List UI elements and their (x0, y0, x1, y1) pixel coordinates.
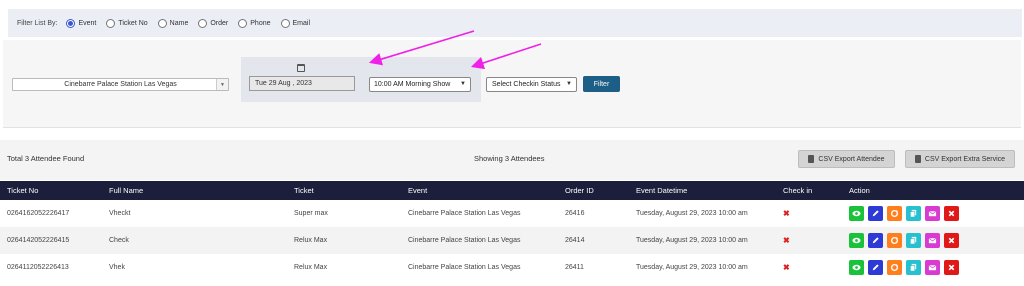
cell-event: Cinebarre Palace Station Las Vegas (408, 237, 521, 244)
view-icon[interactable] (849, 233, 864, 248)
csv-export-attendee-button[interactable]: CSV Export Attendee (798, 150, 895, 168)
cell-ticket: Super max (294, 210, 328, 217)
view-icon[interactable] (849, 260, 864, 275)
table-row: 0264142052226415 Check Relux Max Cinebar… (0, 227, 1024, 254)
show-select-value: 10:00 AM Morning Show (374, 81, 451, 88)
mail-icon[interactable] (925, 233, 940, 248)
filter-bar: Filter List By: Event Ticket No Name Ord… (8, 9, 1022, 37)
radio-phone[interactable]: Phone (238, 18, 271, 28)
header-event[interactable]: Event (408, 181, 427, 200)
mail-icon[interactable] (925, 206, 940, 221)
header-full-name[interactable]: Full Name (109, 181, 143, 200)
copy-icon[interactable] (906, 233, 921, 248)
cell-full-name: Vheckt (109, 210, 131, 217)
radio-dot[interactable] (280, 18, 290, 28)
edit-icon[interactable] (868, 233, 883, 248)
cell-full-name: Check (109, 237, 129, 244)
radio-name[interactable]: Name (157, 18, 188, 28)
date-input[interactable]: Tue 29 Aug , 2023 (249, 76, 355, 91)
filter-label: Filter List By: (17, 19, 58, 27)
row-actions (849, 200, 959, 227)
chevron-down-icon[interactable]: ▼ (216, 79, 228, 90)
cell-order-id: 26416 (565, 210, 585, 217)
cell-ticket-no: 0264142052226415 (7, 237, 70, 244)
document-icon (808, 155, 815, 163)
not-checked-in-icon: ✖ (783, 263, 790, 272)
cell-ticket: Relux Max (294, 237, 328, 244)
edit-icon[interactable] (868, 260, 883, 275)
cell-event-datetime: Tuesday, August 29, 2023 10:00 am (636, 237, 748, 244)
sync-icon[interactable] (887, 260, 902, 275)
table-row: 0264162052226417 Vheckt Super max Cineba… (0, 200, 1024, 227)
radio-order[interactable]: Order (198, 18, 228, 28)
mail-icon[interactable] (925, 260, 940, 275)
cell-event-datetime: Tuesday, August 29, 2023 10:00 am (636, 264, 748, 271)
table-header: Ticket No Full Name Ticket Event Order I… (0, 181, 1024, 200)
radio-ticket-no[interactable]: Ticket No (106, 18, 148, 28)
cell-event: Cinebarre Palace Station Las Vegas (408, 264, 521, 271)
header-ticket[interactable]: Ticket (294, 181, 314, 200)
cell-event-datetime: Tuesday, August 29, 2023 10:00 am (636, 210, 748, 217)
not-checked-in-icon: ✖ (783, 236, 790, 245)
radio-dot[interactable] (157, 18, 167, 28)
header-check-in[interactable]: Check in (783, 181, 812, 200)
cell-ticket-no: 0264162052226417 (7, 210, 70, 217)
copy-icon[interactable] (906, 206, 921, 221)
radio-dot-selected[interactable] (66, 18, 76, 28)
sync-icon[interactable] (887, 206, 902, 221)
venue-select[interactable]: Cinebarre Palace Station Las Vegas ▼ (12, 78, 229, 91)
show-select[interactable]: 10:00 AM Morning Show ▼ (369, 77, 471, 92)
document-icon (914, 155, 921, 163)
header-action: Action (849, 186, 870, 195)
chevron-down-icon: ▼ (460, 81, 466, 87)
header-ticket-no[interactable]: Ticket No (7, 181, 38, 200)
cell-order-id: 26411 (565, 264, 584, 271)
radio-dot[interactable] (198, 18, 208, 28)
checkin-status-select[interactable]: Select Checkin Status ▼ (486, 77, 577, 92)
checkin-status-value: Select Checkin Status (492, 81, 561, 88)
copy-icon[interactable] (906, 260, 921, 275)
total-attendees: Total 3 Attendee Found (7, 154, 85, 163)
header-event-datetime[interactable]: Event Datetime (636, 181, 687, 200)
not-checked-in-icon: ✖ (783, 209, 790, 218)
view-icon[interactable] (849, 206, 864, 221)
radio-email[interactable]: Email (280, 18, 310, 28)
cell-order-id: 26414 (565, 237, 585, 244)
cell-ticket-no: 0264112052226413 (7, 264, 69, 271)
radio-event[interactable]: Event (66, 18, 96, 28)
radio-dot[interactable] (106, 18, 116, 28)
delete-icon[interactable] (944, 233, 959, 248)
delete-icon[interactable] (944, 260, 959, 275)
chevron-down-icon: ▼ (566, 81, 572, 87)
venue-select-value: Cinebarre Palace Station Las Vegas (64, 81, 177, 88)
cell-full-name: Vhek (109, 264, 125, 271)
header-order-id[interactable]: Order ID (565, 181, 594, 200)
filter-button[interactable]: Filter (583, 76, 620, 92)
row-actions (849, 227, 959, 254)
csv-export-extra-service-button[interactable]: CSV Export Extra Service (905, 150, 1015, 168)
showing-count: Showing 3 Attendees (474, 154, 545, 163)
calendar-icon[interactable] (297, 64, 305, 72)
cell-ticket: Relux Max (294, 264, 328, 271)
delete-icon[interactable] (944, 206, 959, 221)
radio-dot[interactable] (238, 18, 248, 28)
table-row: 0264112052226413 Vhek Relux Max Cinebarr… (0, 254, 1024, 281)
sync-icon[interactable] (887, 233, 902, 248)
cell-event: Cinebarre Palace Station Las Vegas (408, 210, 521, 217)
edit-icon[interactable] (868, 206, 883, 221)
row-actions (849, 254, 959, 281)
